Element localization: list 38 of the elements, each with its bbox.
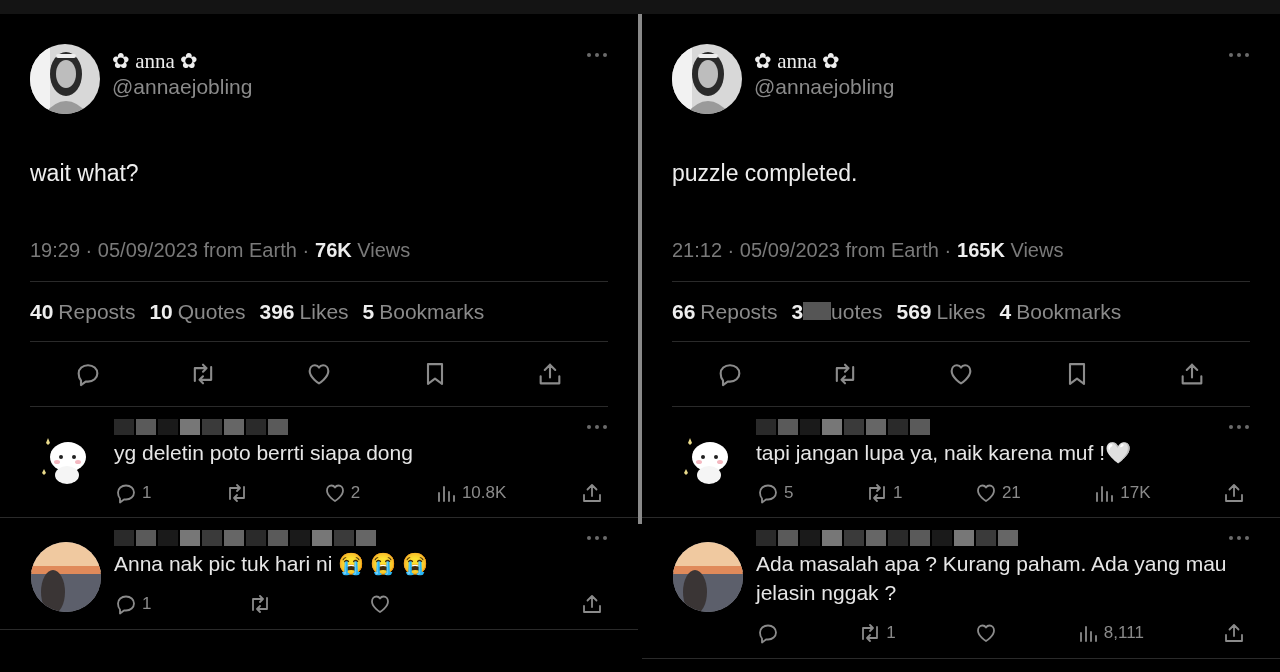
user-handle: @annaejobling (112, 74, 254, 101)
display-name: ✿ anna ✿ (112, 48, 200, 75)
stat-link[interactable]: 4 Bookmarks (999, 295, 1122, 327)
stat-link[interactable]: 3 uotes (791, 295, 883, 327)
action-count: 1 (142, 593, 152, 616)
action-count: 1 (142, 481, 152, 504)
more-icon[interactable] (1228, 52, 1250, 58)
display-name: ✿ anna ✿ (754, 48, 842, 75)
action-count: 1 (886, 622, 896, 645)
stat-link[interactable]: 396 Likes (259, 295, 349, 327)
more-icon[interactable] (1228, 535, 1250, 542)
views-count: 76K Views (315, 237, 411, 263)
reply-text: tapi jangan lupa ya, naik karena muf !🤍 (756, 440, 1133, 466)
action-count: 21 (1001, 481, 1021, 504)
views-count: 165K Views (957, 237, 1064, 263)
stat-link[interactable]: 10 Quotes (149, 295, 246, 327)
action-count: 17K (1120, 481, 1151, 504)
tweet-text: puzzle completed. (672, 159, 859, 188)
tweet-text: wait what? (30, 159, 140, 188)
more-icon[interactable] (586, 424, 608, 430)
more-icon[interactable] (1228, 424, 1250, 430)
user-handle: @annaejobling (754, 74, 896, 101)
action-count: 8,111 (1103, 622, 1144, 645)
tweet-timestamp: 19:29 · 05/09/2023 from Earth · (30, 237, 310, 263)
action-count: 5 (784, 481, 794, 504)
reply-text: yg deletin poto berrti siapa dong (114, 440, 414, 466)
action-count: 2 (350, 481, 361, 504)
reply-text: Anna nak pic tuk hari ni 😭 😭 😭 (114, 551, 429, 578)
tweet-timestamp: 21:12 · 05/09/2023 from Earth · (672, 237, 952, 263)
stat-link[interactable]: 569 Likes (896, 295, 986, 327)
more-icon[interactable] (586, 52, 608, 58)
action-count: 10.8K (461, 481, 507, 504)
stat-link[interactable]: 5 Bookmarks (362, 295, 485, 327)
action-count: 1 (892, 481, 903, 504)
stat-link[interactable]: 66 Reposts (672, 295, 778, 327)
reply-text: Ada masalah apa ? Kurang paham. Ada yang mau jelasin nggak ? (756, 551, 1228, 607)
more-icon[interactable] (586, 535, 608, 542)
stat-link[interactable]: 40 Reposts (30, 295, 136, 327)
